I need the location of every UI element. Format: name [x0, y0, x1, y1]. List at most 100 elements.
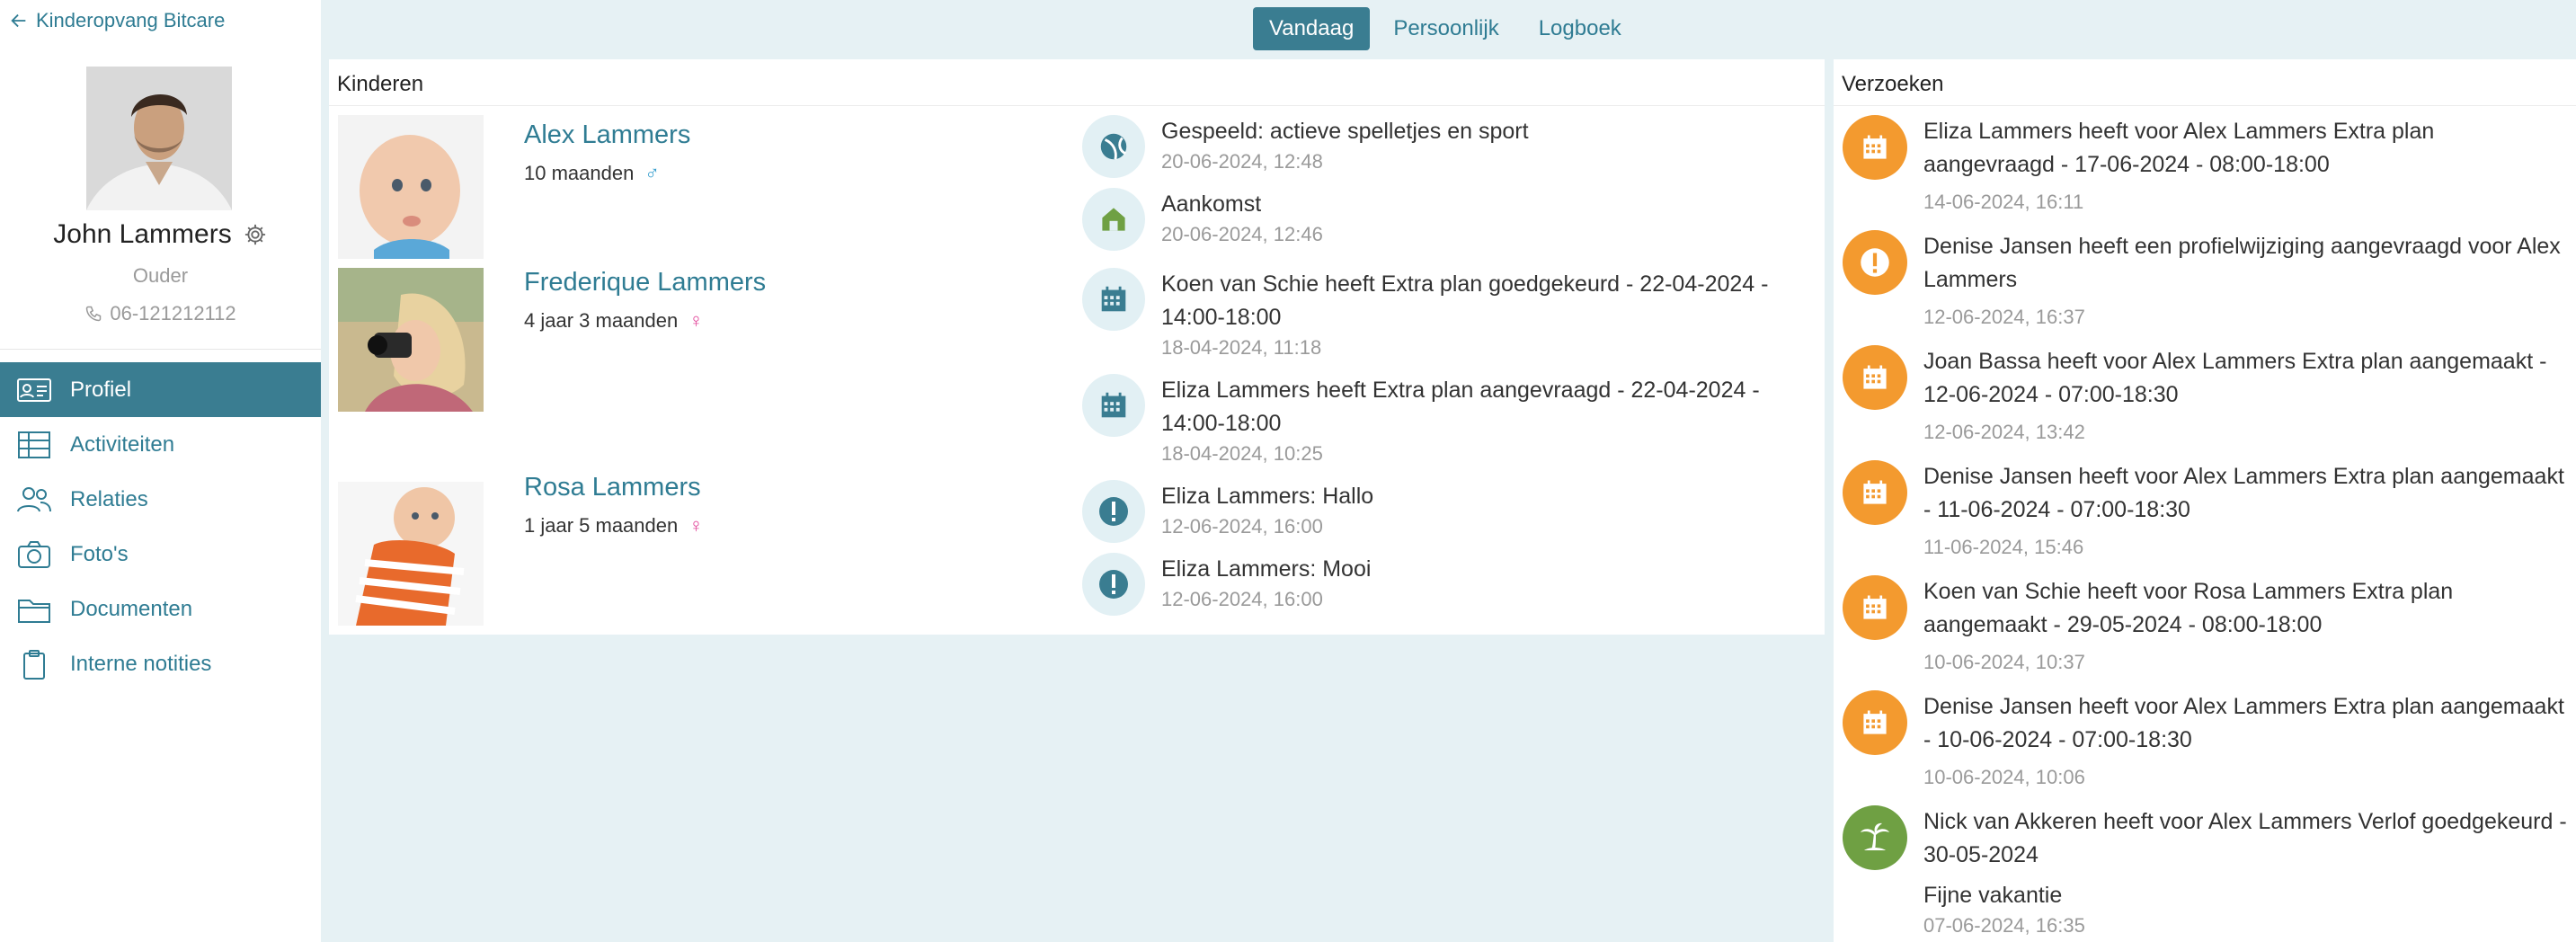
sidebar: Kinderopvang Bitcare John Lammers Ouder … [0, 0, 321, 942]
tab-persoonlijk[interactable]: Persoonlijk [1377, 7, 1515, 50]
kids-panel-title: Kinderen [329, 59, 1825, 106]
request-time: 10-06-2024, 10:37 [1923, 651, 2085, 673]
event-text: Eliza Lammers: Mooi 12-06-2024, 16:00 [1161, 553, 1808, 613]
nav-item-activiteiten[interactable]: Activiteiten [0, 417, 321, 472]
tab-logboek[interactable]: Logboek [1523, 7, 1638, 50]
exclamation-icon [1843, 230, 1907, 295]
nav-item-fotos[interactable]: Foto's [0, 527, 321, 582]
calendar-icon [1843, 575, 1907, 640]
child-age: 10 maanden [524, 162, 635, 184]
child-age-row: 1 jaar 5 maanden ♀ [524, 514, 704, 538]
people-icon [17, 486, 51, 511]
child-name[interactable]: Rosa Lammers [524, 473, 701, 502]
calendar-icon [1843, 345, 1907, 410]
id-card-icon [17, 378, 51, 402]
nav-item-documenten[interactable]: Documenten [0, 582, 321, 636]
request-time: 14-06-2024, 16:11 [1923, 191, 2084, 213]
child-name[interactable]: Frederique Lammers [524, 268, 766, 298]
phone-icon [86, 306, 102, 322]
request-description: Denise Jansen heeft een profielwijziging… [1923, 234, 2561, 292]
request-text: Eliza Lammers heeft voor Alex Lammers Ex… [1923, 115, 2571, 216]
event-text: Gespeeld: actieve spelletjes en sport 20… [1161, 115, 1808, 175]
nav-item-profiel[interactable]: Profiel [0, 362, 321, 417]
nav-label: Relaties [70, 486, 148, 511]
avatar [86, 67, 232, 210]
request-text: Denise Jansen heeft voor Alex Lammers Ex… [1923, 460, 2571, 561]
request-description: Joan Bassa heeft voor Alex Lammers Extra… [1923, 349, 2547, 407]
nav-label: Profiel [70, 377, 132, 402]
child-age: 1 jaar 5 maanden [524, 514, 679, 537]
exclamation-icon [1082, 480, 1145, 543]
event-text: Eliza Lammers: Hallo 12-06-2024, 16:00 [1161, 480, 1808, 540]
tab-vandaag[interactable]: Vandaag [1253, 7, 1371, 50]
child-photo[interactable] [338, 115, 484, 259]
event-description: Eliza Lammers heeft Extra plan aangevraa… [1161, 378, 1760, 436]
event-time: 18-04-2024, 11:18 [1161, 336, 1322, 359]
request-description: Denise Jansen heeft voor Alex Lammers Ex… [1923, 694, 2564, 752]
nav-label: Documenten [70, 596, 193, 621]
table-icon [18, 431, 50, 458]
back-link[interactable]: Kinderopvang Bitcare [9, 9, 225, 32]
request-time: 12-06-2024, 16:37 [1923, 306, 2085, 328]
event-time: 18-04-2024, 10:25 [1161, 442, 1323, 465]
child-photo[interactable] [338, 482, 484, 626]
event-text: Aankomst 20-06-2024, 12:46 [1161, 188, 1808, 248]
back-link-label: Kinderopvang Bitcare [36, 9, 226, 31]
child-age-row: 4 jaar 3 maanden ♀ [524, 309, 704, 333]
event-description: Gespeeld: actieve spelletjes en sport [1161, 119, 1529, 144]
calendar-icon [1082, 374, 1145, 437]
nav-item-interne-notities[interactable]: Interne notities [0, 636, 321, 691]
event-time: 12-06-2024, 16:00 [1161, 588, 1323, 610]
kids-panel: Kinderen Alex Lammers 10 maanden ♂ Frede… [329, 59, 1825, 635]
event-text: Eliza Lammers heeft Extra plan aangevraa… [1161, 374, 1808, 467]
nav-label: Activiteiten [70, 431, 175, 457]
clipboard-icon [23, 649, 45, 680]
palm-tree-icon [1843, 805, 1907, 870]
request-text: Joan Bassa heeft voor Alex Lammers Extra… [1923, 345, 2571, 446]
requests-panel: Verzoeken Eliza Lammers heeft voor Alex … [1834, 59, 2576, 942]
request-time: 07-06-2024, 16:35 [1923, 914, 2085, 937]
event-description: Eliza Lammers: Mooi [1161, 556, 1372, 582]
request-text: Denise Jansen heeft een profielwijziging… [1923, 230, 2571, 331]
profile-name-row: John Lammers [0, 219, 321, 250]
calendar-icon [1082, 268, 1145, 331]
exclamation-icon [1082, 553, 1145, 616]
request-text: Nick van Akkeren heeft voor Alex Lammers… [1923, 805, 2571, 939]
side-nav: Profiel Activiteiten Relaties Foto's Doc… [0, 362, 321, 691]
profile-role: Ouder [132, 264, 189, 287]
camera-icon [18, 540, 50, 568]
request-description: Koen van Schie heeft voor Rosa Lammers E… [1923, 579, 2454, 637]
divider [0, 349, 321, 350]
event-time: 12-06-2024, 16:00 [1161, 515, 1323, 538]
request-time: 11-06-2024, 15:46 [1923, 536, 2084, 558]
calendar-icon [1843, 460, 1907, 525]
request-note: Fijne vakantie [1923, 883, 2063, 908]
female-icon: ♀ [688, 309, 704, 332]
event-description: Aankomst [1161, 191, 1262, 217]
child-age-row: 10 maanden ♂ [524, 162, 660, 185]
request-text: Koen van Schie heeft voor Rosa Lammers E… [1923, 575, 2571, 676]
calendar-icon [1843, 115, 1907, 180]
male-icon: ♂ [644, 162, 660, 184]
folder-icon [18, 599, 50, 623]
nav-item-relaties[interactable]: Relaties [0, 472, 321, 527]
child-name[interactable]: Alex Lammers [524, 120, 690, 150]
gear-icon[interactable] [243, 222, 268, 247]
profile-name: John Lammers [53, 219, 232, 249]
event-time: 20-06-2024, 12:48 [1161, 150, 1323, 173]
profile-phone[interactable]: 06-121212112 [0, 302, 321, 325]
request-description: Nick van Akkeren heeft voor Alex Lammers… [1923, 809, 2567, 867]
ball-icon [1082, 115, 1145, 178]
female-icon: ♀ [688, 514, 704, 537]
event-time: 20-06-2024, 12:46 [1161, 223, 1323, 245]
event-description: Eliza Lammers: Hallo [1161, 484, 1374, 509]
child-photo[interactable] [338, 268, 484, 412]
event-text: Koen van Schie heeft Extra plan goedgeke… [1161, 268, 1808, 361]
nav-label: Interne notities [70, 651, 212, 676]
request-time: 12-06-2024, 13:42 [1923, 421, 2085, 443]
view-tabs: Vandaag Persoonlijk Logboek [1253, 7, 1638, 50]
house-icon [1082, 188, 1145, 251]
request-description: Denise Jansen heeft voor Alex Lammers Ex… [1923, 464, 2564, 522]
request-time: 10-06-2024, 10:06 [1923, 766, 2085, 788]
phone-number: 06-121212112 [110, 302, 236, 324]
